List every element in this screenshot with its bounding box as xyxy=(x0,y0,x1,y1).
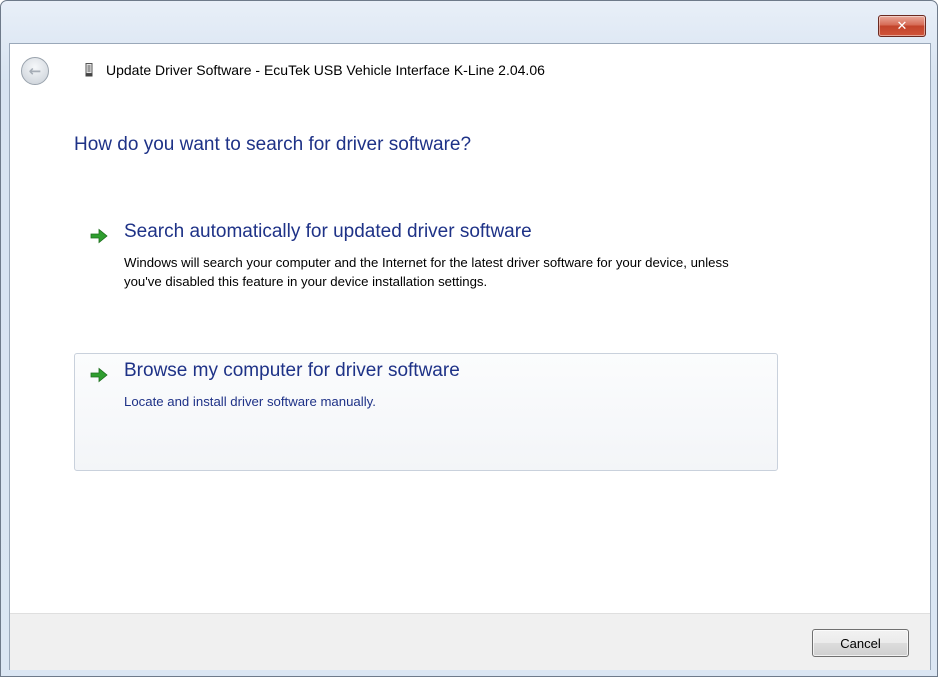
page-question: How do you want to search for driver sof… xyxy=(74,134,472,155)
cancel-button[interactable]: Cancel xyxy=(812,629,909,657)
back-arrow-icon: ← xyxy=(28,62,42,80)
back-button[interactable]: ← xyxy=(21,57,49,85)
option-description: Windows will search your computer and th… xyxy=(124,255,729,289)
option-title: Browse my computer for driver software xyxy=(124,360,460,381)
browse-computer-option[interactable]: Browse my computer for driver software L… xyxy=(74,353,778,471)
dialog-content: ← Update Driver Software - EcuTek USB Ve… xyxy=(9,43,931,670)
green-arrow-icon xyxy=(90,367,108,383)
close-button[interactable]: ✕ xyxy=(878,15,926,37)
green-arrow-icon xyxy=(90,228,108,244)
update-driver-dialog: ✕ ← Update Driver Software - EcuTek USB … xyxy=(0,0,938,677)
title-bar: ✕ xyxy=(1,1,937,43)
close-icon: ✕ xyxy=(896,18,908,34)
option-title: Search automatically for updated driver … xyxy=(124,221,532,242)
search-automatically-option[interactable]: Search automatically for updated driver … xyxy=(74,214,778,328)
usb-device-icon xyxy=(85,63,93,77)
dialog-footer: Cancel xyxy=(10,613,930,670)
option-description: Locate and install driver software manua… xyxy=(124,394,376,409)
window-title: Update Driver Software - EcuTek USB Vehi… xyxy=(106,62,545,78)
wizard-header: ← Update Driver Software - EcuTek USB Ve… xyxy=(10,44,930,93)
